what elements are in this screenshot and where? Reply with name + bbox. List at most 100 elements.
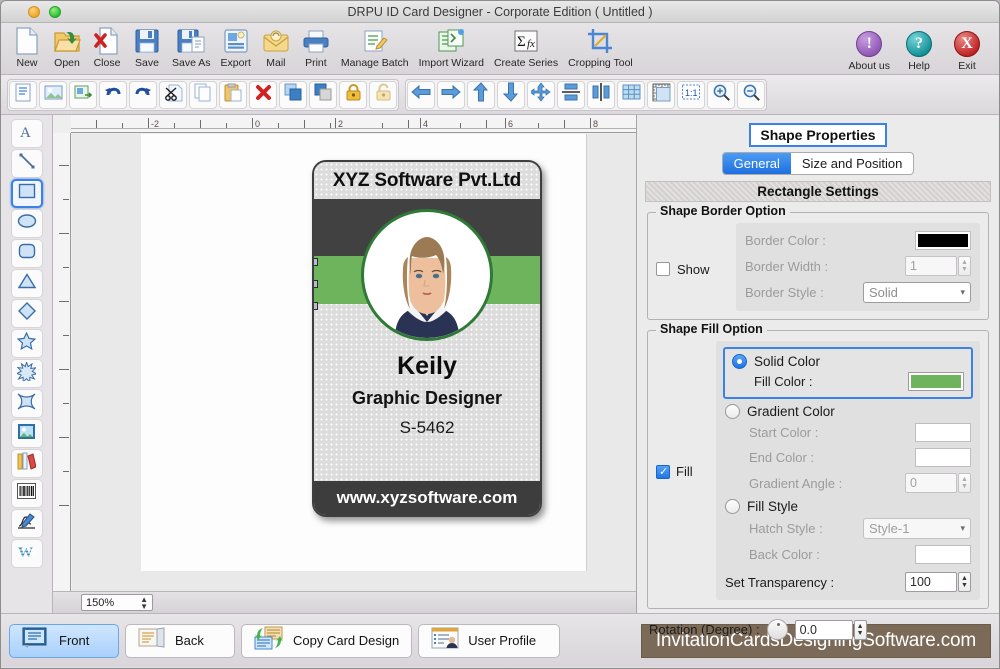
add-image-button[interactable] xyxy=(39,80,67,109)
toolbar-button-cropping-tool[interactable]: Cropping Tool xyxy=(563,23,638,69)
back-side-button[interactable]: Back xyxy=(125,623,235,658)
import-wizard-icon xyxy=(437,26,465,56)
rectangle-tool-button[interactable] xyxy=(10,179,43,208)
zoom-out-button[interactable] xyxy=(737,80,765,109)
gradient-angle-label: Gradient Angle : xyxy=(749,475,843,491)
rounded-rect-icon xyxy=(18,243,36,264)
insert-object-button[interactable] xyxy=(69,80,97,109)
border-width-input[interactable]: 1 xyxy=(905,256,957,276)
toolbar-button-mail[interactable]: Mail xyxy=(256,23,296,69)
solid-color-option[interactable]: Solid Color Fill Color : xyxy=(723,347,973,399)
hatch-style-select[interactable]: Style-1 ▾ xyxy=(863,518,971,539)
toolbar-button-help[interactable]: ? Help xyxy=(895,26,943,72)
cut-button[interactable] xyxy=(159,80,187,109)
ellipse-tool-button[interactable] xyxy=(10,209,43,238)
user-profile-button[interactable]: User Profile xyxy=(418,623,561,658)
burst-tool-button[interactable] xyxy=(10,359,43,388)
redo-button[interactable] xyxy=(129,80,157,109)
line-tool-button[interactable] xyxy=(10,149,43,178)
diamond-tool-button[interactable] xyxy=(10,299,43,328)
actual-size-button[interactable]: 1:1 xyxy=(677,80,705,109)
send-to-back-button[interactable] xyxy=(309,80,337,109)
tab-general[interactable]: General xyxy=(722,153,791,174)
design-canvas[interactable]: XYZ Software Pvt.Ltd Keily Graphic Desig… xyxy=(72,134,636,591)
distribute-horizontal-button[interactable] xyxy=(587,80,615,109)
library-tool-button[interactable] xyxy=(10,449,43,478)
align-left-button[interactable] xyxy=(407,80,435,109)
barcode-tool-button[interactable] xyxy=(10,479,43,508)
lock-button[interactable] xyxy=(339,80,367,109)
properties-tabs: General Size and Position xyxy=(637,152,999,175)
watermark-tool-button[interactable]: W xyxy=(10,539,43,568)
align-center-button[interactable] xyxy=(527,80,555,109)
copy-card-design-button[interactable]: Copy Card Design xyxy=(241,623,413,658)
border-width-stepper[interactable]: ▲ ▼ xyxy=(958,256,971,276)
align-top-button[interactable] xyxy=(467,80,495,109)
copy-button[interactable] xyxy=(189,80,217,109)
solid-color-radio[interactable] xyxy=(732,354,747,369)
unlock-button[interactable] xyxy=(369,80,397,109)
toolbar-button-export[interactable]: Export xyxy=(216,23,256,69)
align-bottom-button[interactable] xyxy=(497,80,525,109)
toolbar-button-save[interactable]: Save xyxy=(127,23,167,69)
rotation-input[interactable]: 0.0 xyxy=(794,619,853,640)
rotation-knob[interactable] xyxy=(766,619,788,640)
add-text-button[interactable] xyxy=(9,80,37,109)
star-tool-button[interactable] xyxy=(10,329,43,358)
toolbar-button-new[interactable]: New xyxy=(7,23,47,69)
fill-style-radio[interactable] xyxy=(725,499,740,514)
align-right-button[interactable] xyxy=(437,80,465,109)
toolbar-button-exit[interactable]: X Exit xyxy=(943,26,991,72)
toolbar-button-import-wizard[interactable]: Import Wizard xyxy=(414,23,489,69)
toolbar-button-print[interactable]: Print xyxy=(296,23,336,69)
zoom-in-button[interactable] xyxy=(707,80,735,109)
signature-tool-button[interactable] xyxy=(10,509,43,538)
paste-button[interactable] xyxy=(219,80,247,109)
border-show-checkbox[interactable] xyxy=(656,262,670,276)
properties-panel: Shape Properties General Size and Positi… xyxy=(636,115,999,640)
card-photo[interactable] xyxy=(361,209,493,341)
undo-button[interactable] xyxy=(99,80,127,109)
image-tool-button[interactable] xyxy=(10,419,43,448)
border-color-swatch[interactable] xyxy=(915,231,971,250)
rotation-stepper[interactable]: ▲ ▼ xyxy=(853,619,867,640)
zoom-level-select[interactable]: 150% ▲ ▼ xyxy=(81,594,153,611)
zoom-button[interactable] xyxy=(49,6,61,18)
gradient-angle-input[interactable]: 0 xyxy=(905,473,957,493)
toolbar-button-close[interactable]: Close xyxy=(87,23,127,69)
four-point-star-tool-button[interactable] xyxy=(10,389,43,418)
toolbar-button-save-as[interactable]: Save As xyxy=(167,23,216,69)
grid-button[interactable] xyxy=(617,80,645,109)
gradient-color-radio[interactable] xyxy=(725,404,740,419)
id-card-preview[interactable]: XYZ Software Pvt.Ltd Keily Graphic Desig… xyxy=(312,160,542,517)
fill-checkbox[interactable] xyxy=(656,464,670,479)
front-side-button[interactable]: Front xyxy=(9,623,119,658)
toolbar-button-about-us[interactable]: ! About us xyxy=(844,26,895,72)
toolbar-button-manage-batch[interactable]: Manage Batch xyxy=(336,23,414,69)
selection-handle-middle-left[interactable] xyxy=(314,280,318,288)
start-color-swatch[interactable] xyxy=(915,423,971,442)
rounded-rect-tool-button[interactable] xyxy=(10,239,43,268)
set-transparency-stepper[interactable]: ▲ ▼ xyxy=(958,572,971,592)
card-back-icon xyxy=(138,627,166,654)
tab-size-and-position[interactable]: Size and Position xyxy=(791,153,913,174)
gradient-angle-stepper[interactable]: ▲ ▼ xyxy=(958,473,971,493)
toolbar-button-open[interactable]: Open xyxy=(47,23,87,69)
border-style-select[interactable]: Solid ▾ xyxy=(863,282,971,303)
toolbar-button-create-series[interactable]: Σfx Create Series xyxy=(489,23,563,69)
triangle-tool-button[interactable] xyxy=(10,269,43,298)
set-transparency-input[interactable]: 100 xyxy=(905,572,957,592)
delete-button[interactable] xyxy=(249,80,277,109)
minimize-button[interactable] xyxy=(28,6,40,18)
end-color-swatch[interactable] xyxy=(915,448,971,467)
fill-color-swatch[interactable] xyxy=(908,372,964,391)
text-tool-button[interactable]: A xyxy=(10,119,43,148)
ruler-button[interactable] xyxy=(647,80,675,109)
distribute-vertical-button[interactable] xyxy=(557,80,585,109)
back-color-swatch[interactable] xyxy=(915,545,971,564)
selection-handle-bottom-left[interactable] xyxy=(314,302,318,310)
svg-text:A: A xyxy=(20,125,31,140)
card-page[interactable]: XYZ Software Pvt.Ltd Keily Graphic Desig… xyxy=(141,134,587,571)
bring-to-front-button[interactable] xyxy=(279,80,307,109)
selection-handle-top-left[interactable] xyxy=(314,258,318,266)
